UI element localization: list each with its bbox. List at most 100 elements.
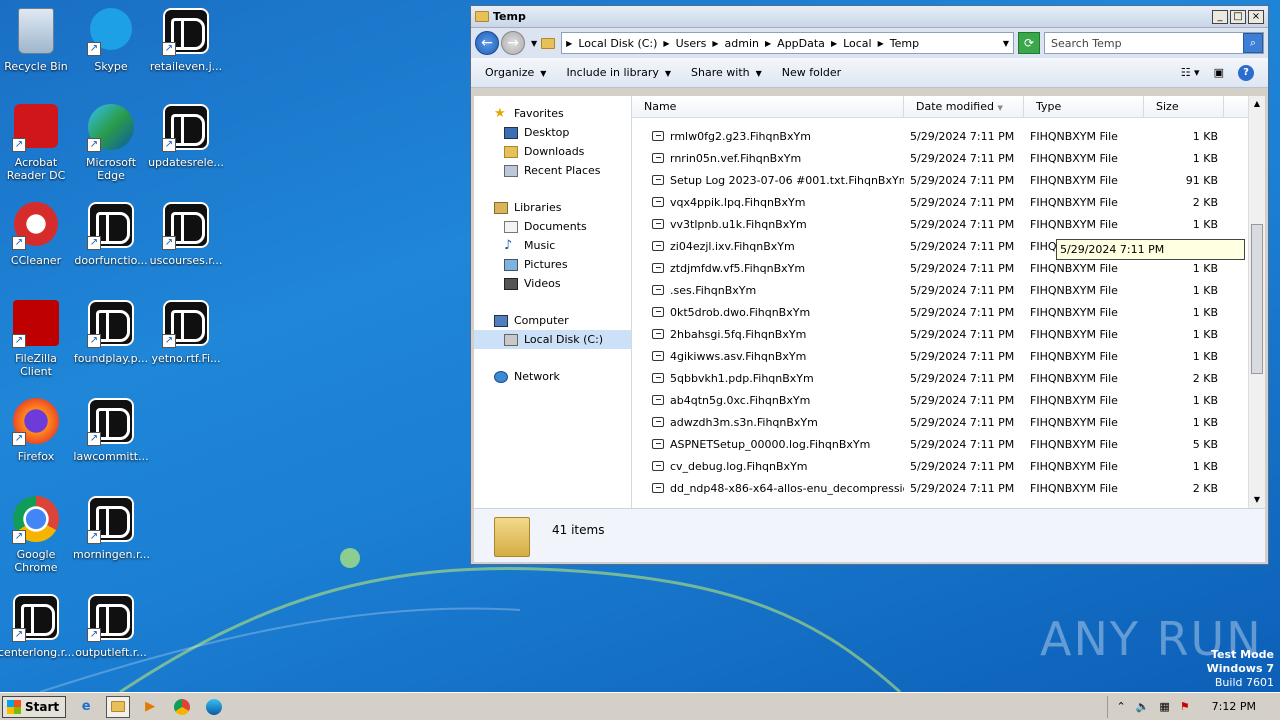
desktop-icon-updatesrele[interactable]: ↗ updatesrele...	[148, 104, 224, 169]
desktop-icon-ccleaner[interactable]: ↗ CCleaner	[0, 202, 74, 267]
forward-button[interactable]: →	[501, 31, 525, 55]
folder-icon	[494, 517, 530, 557]
desktop-icon-google-chrome[interactable]: ↗ Google Chrome	[0, 496, 74, 574]
refresh-button[interactable]: ⟳	[1018, 32, 1040, 54]
edge-taskbar-icon[interactable]	[202, 696, 226, 718]
search-input[interactable]: Search Temp ⌕	[1044, 32, 1264, 54]
desktop-icon-uscourses-r[interactable]: ↗ uscourses.r...	[148, 202, 224, 267]
breadcrumb-chevron-icon[interactable]: ▶	[878, 39, 884, 48]
desktop-icon-morningen-r[interactable]: ↗ morningen.r...	[73, 496, 150, 561]
title-bar[interactable]: Temp _ □ ×	[471, 6, 1268, 28]
file-row[interactable]: rmlw0fg2.g23.FihqnBxYm 5/29/2024 7:11 PM F…	[632, 125, 1247, 147]
breadcrumb-segment[interactable]: Local	[843, 37, 872, 50]
file-row[interactable]: 5qbbvkh1.pdp.FihqnBxYm 5/29/2024 7:11 PM F…	[632, 367, 1247, 389]
desktop-icon-skype[interactable]: ↗ Skype	[73, 8, 149, 73]
desktop-icon-doorfunctio[interactable]: ↗ doorfunctio...	[73, 202, 149, 267]
nav-favorites[interactable]: ★ Favorites	[474, 104, 631, 123]
nav-music[interactable]: ♪ Music	[474, 236, 631, 255]
help-icon[interactable]: ?	[1238, 64, 1254, 81]
address-dropdown-icon[interactable]: ▼	[1003, 39, 1009, 48]
tray-expand-icon[interactable]: ⌃	[1116, 700, 1125, 713]
start-button[interactable]: Start	[2, 695, 67, 718]
nav-desktop[interactable]: Desktop	[474, 123, 631, 142]
minimize-button[interactable]: _	[1212, 9, 1228, 24]
scroll-up-icon[interactable]: ▲	[1249, 96, 1265, 112]
file-row[interactable]: ASPNETSetup_00000.log.FihqnBxYm 5/29/2024…	[632, 433, 1247, 455]
breadcrumb-segment[interactable]: Users	[676, 37, 707, 50]
history-dropdown-icon[interactable]: ▼	[531, 39, 537, 48]
nav-network[interactable]: Network	[474, 367, 631, 386]
breadcrumb-chevron-icon[interactable]: ▶	[831, 39, 837, 48]
share-with-button[interactable]: Share with ▼	[691, 66, 762, 79]
desktop-icon-firefox[interactable]: ↗ Firefox	[0, 398, 74, 463]
address-bar[interactable]: ▶ Local Disk (C:) ▶ Users ▶ admin ▶ AppData ▶ Loc…	[561, 32, 1014, 54]
breadcrumb-chevron-icon[interactable]: ▶	[765, 39, 771, 48]
internet-explorer-icon[interactable]: e	[74, 696, 98, 718]
view-options-icon[interactable]: ☷ ▾	[1181, 66, 1200, 79]
scroll-thumb[interactable]	[1251, 224, 1263, 374]
close-button[interactable]: ×	[1248, 9, 1264, 24]
desktop-icon-foundplay-p[interactable]: ↗ foundplay.p...	[73, 300, 149, 365]
action-center-icon[interactable]: ⚑	[1180, 700, 1190, 713]
nav-libraries[interactable]: Libraries	[474, 198, 631, 217]
nav-videos[interactable]: Videos	[474, 274, 631, 293]
chrome-taskbar-icon[interactable]	[170, 696, 194, 718]
new-folder-button[interactable]: New folder	[782, 66, 841, 79]
breadcrumb-segment[interactable]: Local Disk (C:)	[578, 37, 657, 50]
file-row[interactable]: Setup Log 2023-07-06 #001.txt.FihqnBxYm 5…	[632, 169, 1247, 191]
nav-recent-places[interactable]: Recent Places	[474, 161, 631, 180]
breadcrumb-segment[interactable]: admin	[725, 37, 759, 50]
include-in-library-button[interactable]: Include in library ▼	[566, 66, 671, 79]
column-name[interactable]: Name	[632, 96, 904, 117]
clock[interactable]: 7:12 PM	[1212, 700, 1256, 713]
media-player-icon[interactable]: ▶	[138, 696, 162, 718]
volume-icon[interactable]: 🔈	[1136, 700, 1150, 713]
file-row[interactable]: ab4qtn5g.0xc.FihqnBxYm 5/29/2024 7:11 PM F…	[632, 389, 1247, 411]
file-row[interactable]: 0kt5drob.dwo.FihqnBxYm 5/29/2024 7:11 PM F…	[632, 301, 1247, 323]
desktop-icon-label: centerlong.r...	[0, 646, 75, 659]
desktop-icon-lawcommitt[interactable]: ↗ lawcommitt...	[73, 398, 149, 463]
breadcrumb-segment[interactable]: AppData	[777, 37, 825, 50]
breadcrumb-chevron-icon[interactable]: ▶	[566, 39, 572, 48]
search-icon[interactable]: ⌕	[1243, 33, 1263, 53]
breadcrumb-chevron-icon[interactable]: ▶	[663, 39, 669, 48]
desktop-icon-recycle-bin[interactable]: Recycle Bin	[0, 8, 74, 73]
nav-computer[interactable]: Computer	[474, 311, 631, 330]
desktop-icon-acrobat-reader-dc[interactable]: ↗ Acrobat Reader DC	[0, 104, 74, 182]
vertical-scrollbar[interactable]: ▲ ▼	[1248, 96, 1265, 508]
nav-local-disk[interactable]: Local Disk (C:)	[474, 330, 631, 349]
maximize-button[interactable]: □	[1230, 9, 1246, 24]
organize-button[interactable]: Organize ▼	[485, 66, 546, 79]
desktop-icon-filezilla-client[interactable]: ↗ FileZilla Client	[0, 300, 74, 378]
nav-documents[interactable]: Documents	[474, 217, 631, 236]
file-row[interactable]: rnrin05n.vef.FihqnBxYm 5/29/2024 7:11 PM F…	[632, 147, 1247, 169]
breadcrumb-chevron-icon[interactable]: ▶	[712, 39, 718, 48]
desktop-icon-yetno-rtf-fi[interactable]: ↗ yetno.rtf.Fi...	[148, 300, 224, 365]
breadcrumb-segment[interactable]: Temp	[890, 37, 919, 50]
file-row[interactable]: dd_ndp48-x86-x64-allos-enu_decompression…	[632, 477, 1247, 499]
file-row[interactable]: vqx4ppik.lpq.FihqnBxYm 5/29/2024 7:11 PM F…	[632, 191, 1247, 213]
desktop-icon-outputleft-r[interactable]: ↗ outputleft.r...	[73, 594, 149, 659]
explorer-taskbar-icon[interactable]	[106, 695, 131, 718]
file-row[interactable]: vv3tlpnb.u1k.FihqnBxYm 5/29/2024 7:11 PM F…	[632, 213, 1247, 235]
file-row[interactable]: 2hbahsgi.5fq.FihqnBxYm 5/29/2024 7:11 PM F…	[632, 323, 1247, 345]
back-button[interactable]: ←	[475, 31, 499, 55]
file-row[interactable]: .ses.FihqnBxYm 5/29/2024 7:11 PM FIHQNBXYM…	[632, 279, 1247, 301]
column-date-modified[interactable]: Date modified ▼	[904, 96, 1024, 117]
file-row[interactable]: ztdjmfdw.vf5.FihqnBxYm 5/29/2024 7:11 PM F…	[632, 257, 1247, 279]
desktop-icon-centerlong-r[interactable]: ↗ centerlong.r...	[0, 594, 75, 659]
explorer-window[interactable]: Temp _ □ × ← → ▼ ▶ Local Disk (C:) ▶ Users ▶…	[470, 5, 1269, 565]
file-row[interactable]: cv_debug.log.FihqnBxYm 5/29/2024 7:11 PM F…	[632, 455, 1247, 477]
column-size[interactable]: Size	[1144, 96, 1224, 117]
nav-pictures[interactable]: Pictures	[474, 255, 631, 274]
network-tray-icon[interactable]: ▦	[1159, 700, 1169, 713]
desktop-icon-microsoft-edge[interactable]: ↗ Microsoft Edge	[73, 104, 149, 182]
file-row[interactable]: adwzdh3m.s3n.FihqnBxYm 5/29/2024 7:11 PM F…	[632, 411, 1247, 433]
desktop-icon-label: CCleaner	[10, 254, 62, 267]
scroll-down-icon[interactable]: ▼	[1249, 492, 1265, 508]
column-type[interactable]: Type	[1024, 96, 1144, 117]
desktop-icon-retaileven-j[interactable]: ↗ retaileven.j...	[148, 8, 224, 73]
nav-downloads[interactable]: Downloads	[474, 142, 631, 161]
file-row[interactable]: 4gikiwws.asv.FihqnBxYm 5/29/2024 7:11 PM F…	[632, 345, 1247, 367]
preview-pane-icon[interactable]: ▣	[1214, 66, 1224, 79]
